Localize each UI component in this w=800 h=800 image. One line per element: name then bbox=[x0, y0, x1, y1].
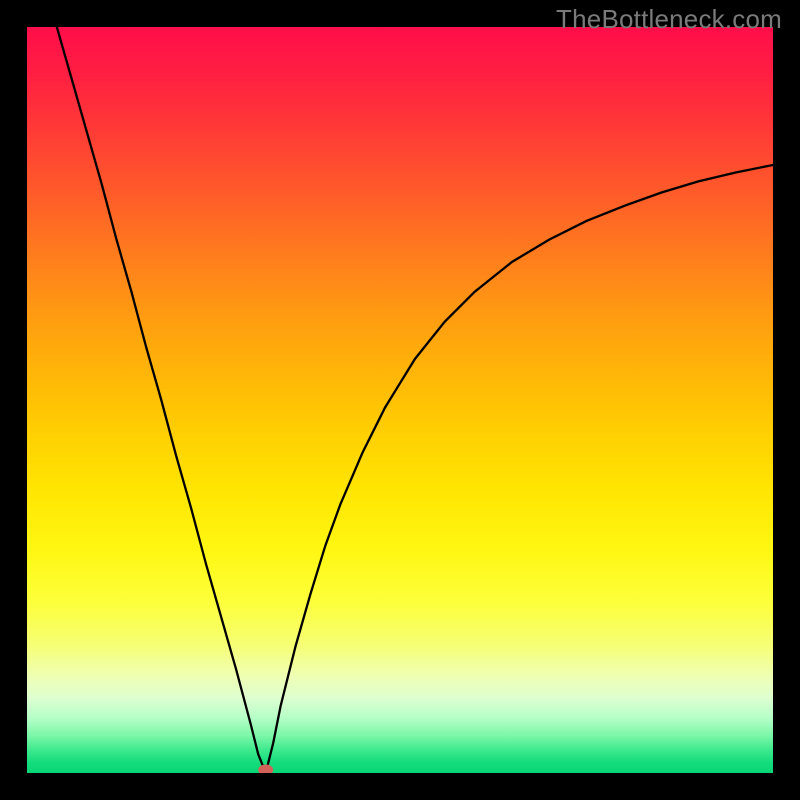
left-branch bbox=[57, 27, 266, 773]
plot-area bbox=[27, 27, 773, 773]
bottleneck-curve bbox=[27, 27, 773, 773]
watermark-source: TheBottleneck.com bbox=[556, 4, 782, 35]
optimum-marker bbox=[259, 765, 273, 773]
chart-frame: TheBottleneck.com bbox=[0, 0, 800, 800]
right-branch bbox=[266, 165, 773, 773]
